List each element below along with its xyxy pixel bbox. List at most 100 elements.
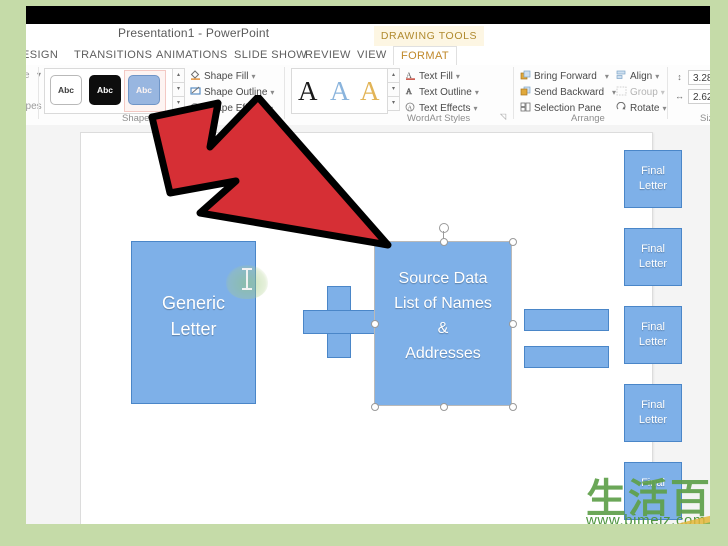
group-divider <box>513 67 514 119</box>
ibeam-cap-top <box>242 268 252 270</box>
chevron-down-icon[interactable]: ▾ <box>251 72 255 81</box>
final-letter-2-line2: Letter <box>638 258 668 270</box>
chevron-down-icon[interactable]: ▾ <box>456 72 460 81</box>
text-outline-button[interactable]: A Text Outline ▾ <box>405 86 479 98</box>
red-arrow-annotation <box>140 93 392 265</box>
shape-plus-operator[interactable] <box>303 286 375 358</box>
align-icon <box>616 70 627 80</box>
title-bar <box>26 6 710 24</box>
rotate-label: Rotate <box>630 103 660 114</box>
ribbon-tab-strip: ESIGN TRANSITIONS ANIMATIONS SLIDE SHOW … <box>26 46 710 66</box>
arrange-group-label: Arrange <box>571 113 605 124</box>
bring-forward-icon <box>520 70 531 80</box>
shape-final-letter-5[interactable]: Final <box>624 462 682 520</box>
text-outline-label: Text Outline <box>419 87 472 98</box>
final-letter-4-line1: Final <box>641 399 665 411</box>
tab-animations[interactable]: ANIMATIONS <box>156 46 228 65</box>
final-letter-3-line1: Final <box>641 321 665 333</box>
wordart-styles-group-label: WordArt Styles <box>407 113 471 124</box>
group-icon <box>616 86 627 96</box>
align-button[interactable]: Align ▾ <box>616 70 659 82</box>
generic-letter-line2: Letter <box>170 319 217 339</box>
chevron-down-icon[interactable]: ▾ <box>475 88 479 97</box>
shape-blank-box-2[interactable] <box>524 346 609 368</box>
shape-final-letter-1[interactable]: Final Letter <box>624 150 682 208</box>
text-effects-icon: A <box>405 102 416 112</box>
shape-final-letter-3[interactable]: Final Letter <box>624 306 682 364</box>
edit-shape-label[interactable]: e <box>26 70 30 81</box>
text-outline-icon: A <box>405 86 416 97</box>
scroll-up-button[interactable]: ▴ <box>172 68 185 83</box>
bring-forward-button[interactable]: Bring Forward ▾ <box>520 70 609 82</box>
svg-text:A: A <box>406 87 412 96</box>
final-letter-4-line2: Letter <box>638 414 668 426</box>
final-letter-2-line1: Final <box>641 243 665 255</box>
shape-style-swatch-black[interactable]: Abc <box>89 75 121 105</box>
shape-final-letter-2[interactable]: Final Letter <box>624 228 682 286</box>
frame-border-top <box>0 0 728 6</box>
svg-text:A: A <box>408 106 413 112</box>
final-letter-3-line2: Letter <box>638 336 668 348</box>
shape-width-icon: ↔ <box>675 91 684 101</box>
shape-final-letter-4[interactable]: Final Letter <box>624 384 682 442</box>
resize-handle-tr[interactable] <box>509 238 517 246</box>
text-fill-button[interactable]: A Text Fill ▾ <box>405 70 460 82</box>
document-title: Presentation1 - PowerPoint <box>118 26 270 40</box>
resize-handle-bl[interactable] <box>371 403 379 411</box>
tab-review[interactable]: REVIEW <box>305 46 351 65</box>
tab-design[interactable]: ESIGN <box>26 46 58 65</box>
frame-border-bottom <box>0 524 728 546</box>
powerpoint-window: Presentation1 - PowerPoint DRAWING TOOLS… <box>26 6 710 524</box>
send-backward-icon <box>520 86 531 96</box>
final-letter-1-line1: Final <box>641 165 665 177</box>
resize-handle-ml[interactable] <box>371 320 379 328</box>
group-divider <box>667 67 668 119</box>
send-backward-button[interactable]: Send Backward ▾ <box>520 86 616 98</box>
selection-pane-icon <box>520 102 531 112</box>
selection-frame <box>374 241 512 406</box>
plus-center-patch <box>328 311 350 333</box>
shape-height-field[interactable]: 3.28" <box>688 70 710 85</box>
tab-transitions[interactable]: TRANSITIONS <box>74 46 152 65</box>
text-fill-label: Text Fill <box>419 71 453 82</box>
chevron-down-icon[interactable]: ▾ <box>605 72 609 81</box>
bring-forward-label: Bring Forward <box>534 71 597 82</box>
group-label: Group <box>630 87 658 98</box>
tab-slide-show[interactable]: SLIDE SHOW <box>234 46 307 65</box>
rotate-handle-circle <box>439 223 449 233</box>
text-fill-icon: A <box>405 70 416 80</box>
shape-height-icon: ↕ <box>677 72 682 82</box>
powerpoint-screenshot: Presentation1 - PowerPoint DRAWING TOOLS… <box>0 0 728 546</box>
wordart-dialog-launcher[interactable]: ◹ <box>500 112 506 121</box>
shape-generic-letter[interactable]: Generic Letter <box>131 241 256 404</box>
rotate-icon <box>616 101 627 112</box>
group-button: Group ▾ <box>616 86 665 98</box>
shapes-gallery-label[interactable]: apes <box>26 101 42 112</box>
shape-style-swatch-white[interactable]: Abc <box>50 75 82 105</box>
resize-handle-tc[interactable] <box>440 238 448 246</box>
shape-fill-button[interactable]: Shape Fill ▾ <box>190 70 255 82</box>
ibeam-icon <box>246 269 248 289</box>
resize-handle-bc[interactable] <box>440 403 448 411</box>
shape-blank-box-1[interactable] <box>524 309 609 331</box>
final-letter-1-line2: Letter <box>638 180 668 192</box>
frame-border-right <box>710 0 728 546</box>
final-letter-5-line1: Final <box>641 477 665 489</box>
frame-border-left <box>0 0 26 546</box>
scroll-up-button[interactable]: ▴ <box>387 68 400 83</box>
chevron-down-icon[interactable]: ▾ <box>474 104 478 113</box>
resize-handle-mr[interactable] <box>509 320 517 328</box>
tab-format[interactable]: FORMAT <box>393 46 457 66</box>
size-group-label: Size <box>700 113 710 124</box>
shape-width-field[interactable]: 2.62" <box>688 89 710 104</box>
chevron-down-icon[interactable]: ▾ <box>662 104 666 113</box>
paint-bucket-icon <box>190 70 201 80</box>
rotate-button[interactable]: Rotate ▾ <box>616 101 666 114</box>
group-divider <box>38 67 39 119</box>
tab-view[interactable]: VIEW <box>357 46 387 65</box>
resize-handle-br[interactable] <box>509 403 517 411</box>
send-backward-label: Send Backward <box>534 87 605 98</box>
chevron-down-icon[interactable]: ▾ <box>655 72 659 81</box>
contextual-tools-label: DRAWING TOOLS <box>374 26 484 46</box>
shape-fill-label: Shape Fill <box>204 71 249 82</box>
